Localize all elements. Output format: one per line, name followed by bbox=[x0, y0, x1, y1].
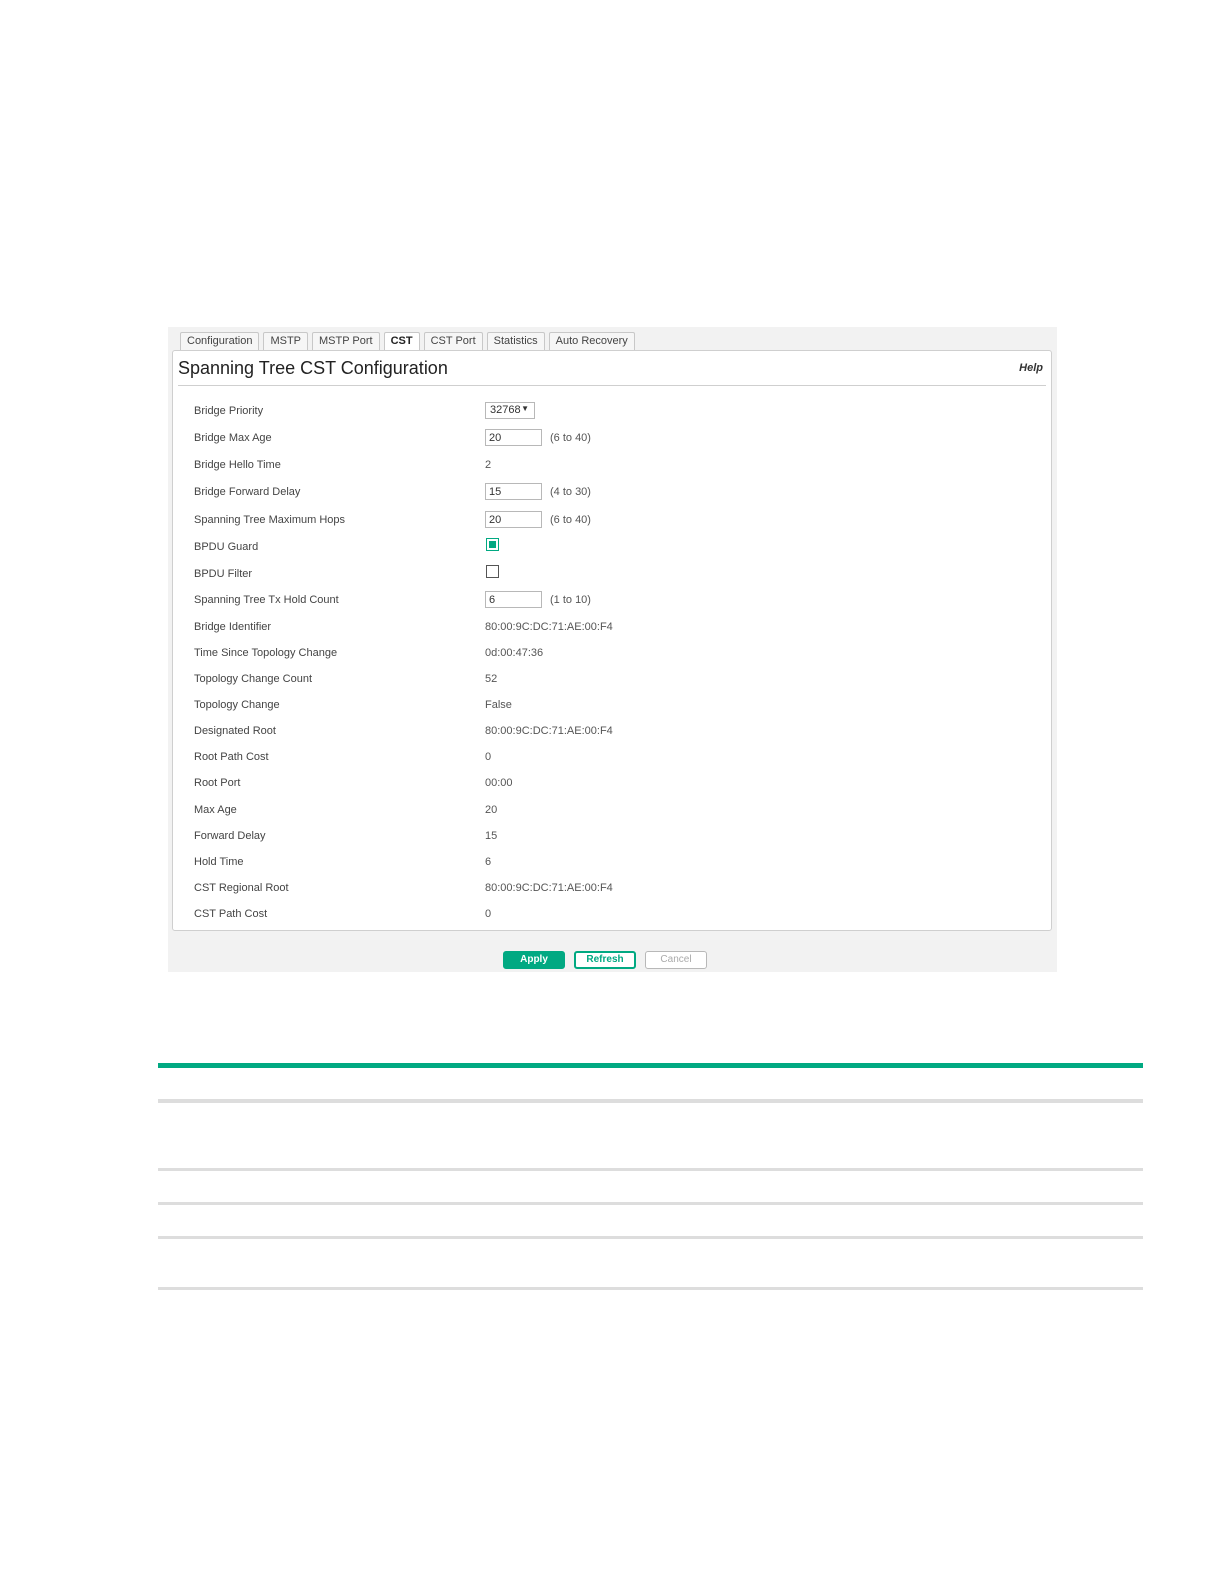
row-designated-root: Designated Root 80:00:9C:DC:71:AE:00:F4 bbox=[173, 722, 1051, 742]
bridge-hello-time-value: 2 bbox=[485, 459, 492, 471]
cst-configuration-screen: Configuration MSTP MSTP Port CST CST Por… bbox=[168, 327, 1057, 972]
tab-configuration[interactable]: Configuration bbox=[180, 332, 260, 350]
row-hold-time: Hold Time 6 bbox=[173, 853, 1051, 873]
page-title: Spanning Tree CST Configuration bbox=[178, 358, 448, 378]
topology-change-count-label: Topology Change Count bbox=[194, 673, 313, 685]
tab-mstp[interactable]: MSTP bbox=[263, 332, 308, 350]
bpdu-guard-label: BPDU Guard bbox=[194, 541, 259, 553]
max-hops-input[interactable] bbox=[485, 511, 542, 528]
apply-button[interactable]: Apply bbox=[503, 951, 565, 969]
tab-cst[interactable]: CST bbox=[383, 332, 420, 351]
bridge-forward-delay-input[interactable] bbox=[485, 483, 542, 500]
table-divider bbox=[158, 1168, 1143, 1171]
row-bridge-forward-delay: Bridge Forward Delay (4 to 30) bbox=[173, 483, 1051, 503]
max-hops-range: (6 to 40) bbox=[550, 514, 591, 526]
root-path-cost-value: 0 bbox=[485, 751, 492, 763]
forward-delay-value: 15 bbox=[485, 830, 498, 842]
checked-icon bbox=[489, 541, 496, 548]
bridge-max-age-range: (6 to 40) bbox=[550, 432, 591, 444]
bridge-max-age-label: Bridge Max Age bbox=[194, 432, 272, 444]
configuration-panel: Spanning Tree CST Configuration Help Bri… bbox=[172, 350, 1052, 931]
cst-regional-root-label: CST Regional Root bbox=[194, 882, 289, 894]
cancel-button[interactable]: Cancel bbox=[645, 951, 707, 969]
root-port-value: 00:00 bbox=[485, 777, 513, 789]
row-max-age: Max Age 20 bbox=[173, 801, 1051, 821]
table-divider bbox=[158, 1236, 1143, 1239]
row-root-port: Root Port 00:00 bbox=[173, 774, 1051, 794]
tab-bar: Configuration MSTP MSTP Port CST CST Por… bbox=[180, 332, 635, 351]
row-bridge-priority: Bridge Priority 32768 ▼ bbox=[173, 402, 1051, 422]
bpdu-filter-label: BPDU Filter bbox=[194, 568, 253, 580]
designated-root-value: 80:00:9C:DC:71:AE:00:F4 bbox=[485, 725, 613, 737]
action-buttons: Apply Refresh Cancel bbox=[503, 951, 707, 969]
time-since-topology-change-value: 0d:00:47:36 bbox=[485, 647, 544, 659]
max-age-value: 20 bbox=[485, 804, 498, 816]
bpdu-filter-checkbox[interactable] bbox=[486, 565, 499, 578]
hold-time-value: 6 bbox=[485, 856, 492, 868]
tab-mstp-port[interactable]: MSTP Port bbox=[312, 332, 380, 350]
row-bpdu-filter: BPDU Filter bbox=[173, 565, 1051, 585]
row-root-path-cost: Root Path Cost 0 bbox=[173, 748, 1051, 768]
bridge-max-age-input[interactable] bbox=[485, 429, 542, 446]
bridge-identifier-label: Bridge Identifier bbox=[194, 621, 272, 633]
max-hops-label: Spanning Tree Maximum Hops bbox=[194, 514, 346, 526]
row-topology-change: Topology Change False bbox=[173, 696, 1051, 716]
bridge-forward-delay-label: Bridge Forward Delay bbox=[194, 486, 301, 498]
tab-auto-recovery[interactable]: Auto Recovery bbox=[548, 332, 635, 350]
designated-root-label: Designated Root bbox=[194, 725, 276, 737]
forward-delay-label: Forward Delay bbox=[194, 830, 266, 842]
row-bridge-max-age: Bridge Max Age (6 to 40) bbox=[173, 429, 1051, 449]
cst-path-cost-label: CST Path Cost bbox=[194, 908, 268, 920]
tab-cst-port[interactable]: CST Port bbox=[423, 332, 483, 350]
topology-change-label: Topology Change bbox=[194, 699, 280, 711]
max-age-label: Max Age bbox=[194, 804, 237, 816]
bridge-identifier-value: 80:00:9C:DC:71:AE:00:F4 bbox=[485, 621, 613, 633]
cst-regional-root-value: 80:00:9C:DC:71:AE:00:F4 bbox=[485, 882, 613, 894]
bpdu-guard-checkbox[interactable] bbox=[486, 538, 499, 551]
topology-change-count-value: 52 bbox=[485, 673, 498, 685]
tx-hold-count-range: (1 to 10) bbox=[550, 594, 591, 606]
chevron-down-icon: ▼ bbox=[521, 404, 529, 413]
bridge-forward-delay-range: (4 to 30) bbox=[550, 486, 591, 498]
accent-divider bbox=[158, 1063, 1143, 1068]
bridge-priority-label: Bridge Priority bbox=[194, 405, 264, 417]
tx-hold-count-input[interactable] bbox=[485, 591, 542, 608]
root-path-cost-label: Root Path Cost bbox=[194, 751, 269, 763]
row-cst-path-cost: CST Path Cost 0 bbox=[173, 905, 1051, 925]
row-time-since-topology-change: Time Since Topology Change 0d:00:47:36 bbox=[173, 644, 1051, 664]
table-divider bbox=[158, 1287, 1143, 1290]
row-topology-change-count: Topology Change Count 52 bbox=[173, 670, 1051, 690]
bridge-hello-time-label: Bridge Hello Time bbox=[194, 459, 281, 471]
tab-statistics[interactable]: Statistics bbox=[486, 332, 545, 350]
panel-header: Spanning Tree CST Configuration Help bbox=[178, 351, 1046, 386]
row-tx-hold-count: Spanning Tree Tx Hold Count (1 to 10) bbox=[173, 591, 1051, 611]
table-divider bbox=[158, 1099, 1143, 1103]
time-since-topology-change-label: Time Since Topology Change bbox=[194, 647, 338, 659]
bridge-priority-value: 32768 bbox=[490, 404, 521, 416]
refresh-button[interactable]: Refresh bbox=[574, 951, 636, 969]
row-bridge-hello-time: Bridge Hello Time 2 bbox=[173, 456, 1051, 476]
table-divider bbox=[158, 1202, 1143, 1205]
tx-hold-count-label: Spanning Tree Tx Hold Count bbox=[194, 594, 339, 606]
row-bpdu-guard: BPDU Guard bbox=[173, 538, 1051, 558]
row-cst-regional-root: CST Regional Root 80:00:9C:DC:71:AE:00:F… bbox=[173, 879, 1051, 899]
hold-time-label: Hold Time bbox=[194, 856, 244, 868]
bridge-priority-select[interactable]: 32768 ▼ bbox=[485, 402, 535, 419]
cst-path-cost-value: 0 bbox=[485, 908, 492, 920]
topology-change-value: False bbox=[485, 699, 512, 711]
row-max-hops: Spanning Tree Maximum Hops (6 to 40) bbox=[173, 511, 1051, 531]
row-forward-delay: Forward Delay 15 bbox=[173, 827, 1051, 847]
row-bridge-identifier: Bridge Identifier 80:00:9C:DC:71:AE:00:F… bbox=[173, 618, 1051, 638]
root-port-label: Root Port bbox=[194, 777, 241, 789]
help-link[interactable]: Help bbox=[1019, 362, 1043, 374]
